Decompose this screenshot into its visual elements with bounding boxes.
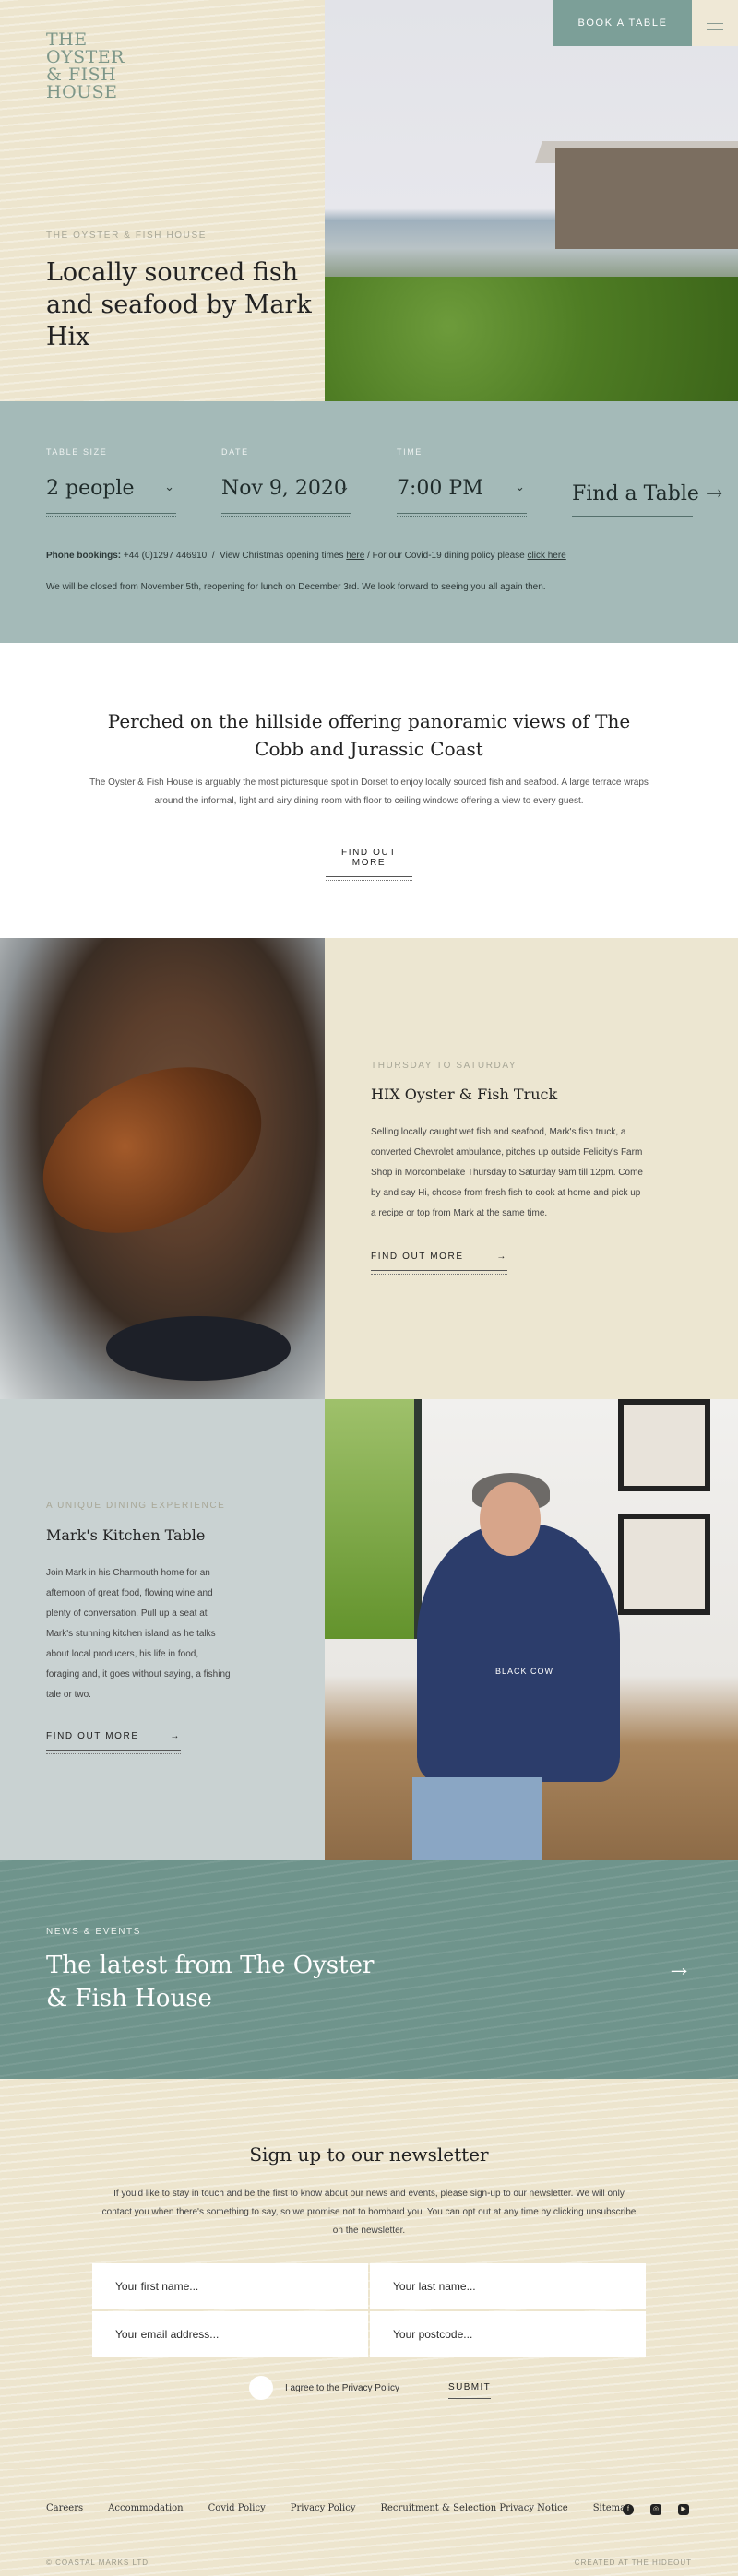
lobster-photo (0, 938, 325, 1399)
hero-panel: THE OYSTER & FISH HOUSE THE OYSTER & FIS… (0, 0, 325, 401)
facebook-icon[interactable]: f (623, 2504, 634, 2515)
newsletter-body: If you'd like to stay in touch and be th… (101, 2189, 637, 2236)
news-kicker: NEWS & EVENTS (46, 1927, 142, 1937)
separator: / (211, 551, 215, 561)
news-heading[interactable]: The latest from The Oyster & Fish House (46, 1949, 378, 2015)
phone-label: Phone bookings: (46, 551, 122, 561)
hero: THE OYSTER & FISH HOUSE THE OYSTER & FIS… (0, 0, 738, 401)
mussel-shell (106, 1316, 291, 1381)
chevron-down-icon: ⌄ (164, 481, 174, 494)
footer-link-covid-policy[interactable]: Covid Policy (208, 2503, 266, 2513)
chef-jeans (412, 1777, 542, 1860)
phone-bookings: Phone bookings: +44 (0)1297 446910 / Vie… (46, 551, 566, 561)
time-label: TIME (397, 447, 423, 457)
last-name-field[interactable] (370, 2263, 646, 2309)
hamburger-icon (707, 23, 723, 24)
privacy-checkbox[interactable] (249, 2376, 273, 2400)
date-text: Nov 9, 2020 (221, 477, 347, 500)
newsletter-section: Sign up to our newsletter If you'd like … (0, 2079, 738, 2469)
intro-find-out-more-link[interactable]: FIND OUT MORE (326, 848, 412, 881)
tshirt-print: BLACK COW (495, 1667, 554, 1676)
site-credit[interactable]: CREATED AT THE HIDEOUT (575, 2558, 692, 2567)
table-size-text: 2 people (46, 477, 135, 500)
closure-notice: We will be closed from November 5th, reo… (46, 582, 546, 592)
logo-line: HOUSE (46, 82, 118, 102)
date-value[interactable]: Nov 9, 2020 ⌄ (221, 477, 351, 517)
fish-truck-section: THURSDAY TO SATURDAY HIX Oyster & Fish T… (0, 938, 738, 1399)
wall-frame (618, 1514, 710, 1615)
kitchen-body: Join Mark in his Charmouth home for an a… (46, 1568, 231, 1700)
arrow-right-icon[interactable]: → (666, 1953, 692, 1982)
hero-kicker: THE OYSTER & FISH HOUSE (46, 231, 208, 241)
intro-heading: Perched on the hillside offering panoram… (107, 710, 631, 760)
news-banner[interactable]: NEWS & EVENTS The latest from The Oyster… (0, 1860, 738, 2079)
hillside-greenery (325, 277, 738, 401)
kitchen-panel: A UNIQUE DINING EXPERIENCE Mark's Kitche… (0, 1399, 325, 1860)
booking-bar: TABLE SIZE 2 people ⌄ DATE Nov 9, 2020 ⌄ T… (0, 401, 738, 643)
table-size-select[interactable]: TABLE SIZE 2 people ⌄ (46, 447, 176, 517)
chef-head (480, 1482, 541, 1556)
table-size-label: TABLE SIZE (46, 447, 108, 457)
privacy-agree-text: I agree to the Privacy Policy (285, 2383, 399, 2393)
newsletter-heading: Sign up to our newsletter (249, 2143, 489, 2166)
find-a-table-button[interactable]: Find a Table → (572, 482, 722, 517)
wall-frame (618, 1399, 710, 1491)
covid-link[interactable]: click here (528, 551, 566, 561)
chevron-down-icon: ⌄ (515, 481, 525, 494)
logo[interactable]: THE OYSTER & FISH HOUSE (46, 31, 125, 101)
arrow-right-icon: → (170, 1731, 181, 1741)
truck-title: HIX Oyster & Fish Truck (371, 1086, 558, 1103)
chef-photo: BLACK COW (325, 1399, 738, 1860)
privacy-policy-link[interactable]: Privacy Policy (342, 2383, 399, 2393)
kitchen-table-section: A UNIQUE DINING EXPERIENCE Mark's Kitche… (0, 1399, 738, 1860)
date-select[interactable]: DATE Nov 9, 2020 ⌄ (221, 447, 351, 517)
fish-truck-panel: THURSDAY TO SATURDAY HIX Oyster & Fish T… (325, 938, 738, 1399)
youtube-icon[interactable]: ▶ (678, 2504, 689, 2515)
lobster-claw (16, 1034, 289, 1266)
email-field[interactable] (92, 2311, 368, 2357)
truck-find-out-more-link[interactable]: FIND OUT MORE → (371, 1252, 507, 1275)
window (325, 1399, 422, 1639)
truck-body: Selling locally caught wet fish and seaf… (371, 1127, 643, 1218)
date-label: DATE (221, 447, 249, 457)
chevron-down-icon: ⌄ (339, 481, 350, 494)
footer-links: Careers Accommodation Covid Policy Priva… (46, 2503, 657, 2513)
first-name-field[interactable] (92, 2263, 368, 2309)
time-text: 7:00 PM (397, 477, 483, 500)
hero-photo (325, 0, 738, 401)
instagram-icon[interactable]: ◎ (650, 2504, 661, 2515)
intro-section: Perched on the hillside offering panoram… (0, 643, 738, 938)
agree-prefix: I agree to the (285, 2383, 339, 2393)
copyright: © COASTAL MARKS LTD (46, 2558, 149, 2567)
footer-link-careers[interactable]: Careers (46, 2503, 83, 2513)
book-a-table-button[interactable]: BOOK A TABLE (554, 0, 692, 46)
truck-kicker: THURSDAY TO SATURDAY (371, 1061, 518, 1071)
kitchen-title: Mark's Kitchen Table (46, 1526, 206, 1544)
restaurant-building (555, 148, 738, 249)
christmas-text: View Christmas opening times (220, 551, 344, 561)
covid-text: / For our Covid-19 dining policy please (367, 551, 525, 561)
footer-link-privacy-policy[interactable]: Privacy Policy (291, 2503, 356, 2513)
submit-button[interactable]: SUBMIT (448, 2382, 492, 2399)
table-size-value[interactable]: 2 people ⌄ (46, 477, 176, 517)
menu-button[interactable] (692, 0, 738, 46)
footer-link-recruitment[interactable]: Recruitment & Selection Privacy Notice (380, 2503, 567, 2513)
postcode-field[interactable] (370, 2311, 646, 2357)
time-select[interactable]: TIME 7:00 PM ⌄ (397, 447, 527, 517)
kitchen-kicker: A UNIQUE DINING EXPERIENCE (46, 1501, 226, 1511)
arrow-right-icon: → (496, 1252, 507, 1262)
kitchen-find-out-more-link[interactable]: FIND OUT MORE → (46, 1731, 181, 1754)
phone-number[interactable]: +44 (0)1297 446910 (124, 551, 207, 561)
footer: Careers Accommodation Covid Policy Priva… (0, 2469, 738, 2576)
link-label: FIND OUT MORE (371, 1252, 464, 1262)
intro-body: The Oyster & Fish House is arguably the … (89, 778, 649, 806)
hero-headline: Locally sourced fish and seafood by Mark… (46, 258, 312, 351)
chef-figure (417, 1524, 620, 1782)
footer-link-accommodation[interactable]: Accommodation (108, 2503, 183, 2513)
christmas-link[interactable]: here (346, 551, 364, 561)
link-label: FIND OUT MORE (46, 1731, 139, 1741)
hamburger-icon (707, 29, 723, 30)
time-value[interactable]: 7:00 PM ⌄ (397, 477, 527, 517)
